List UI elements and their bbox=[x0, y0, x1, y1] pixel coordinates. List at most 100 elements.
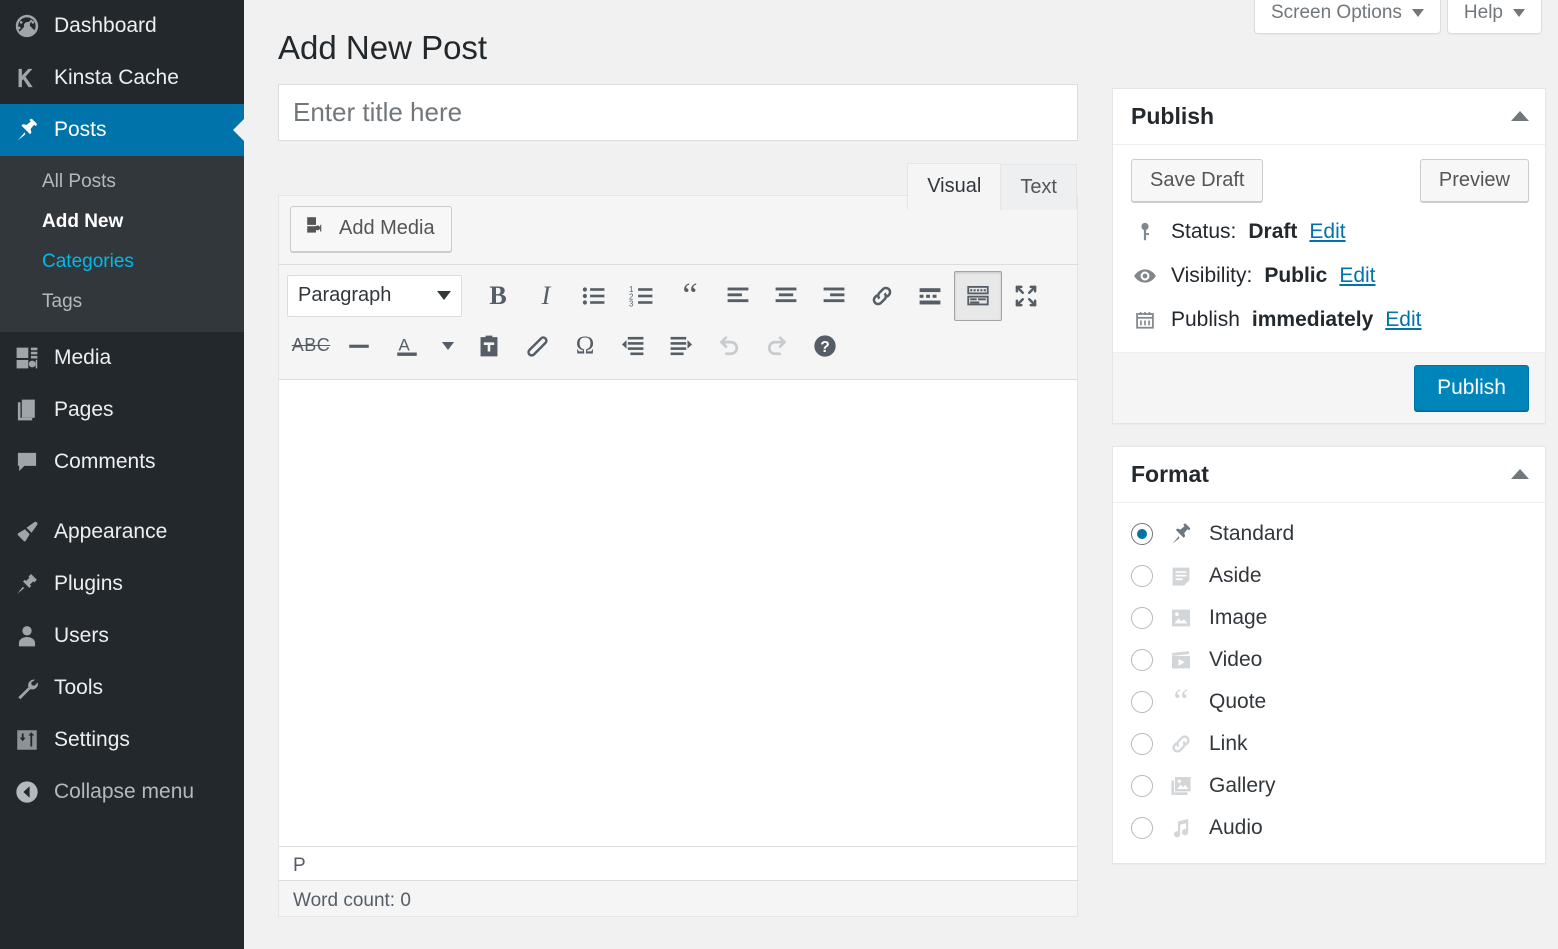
sidebar-item-appearance[interactable]: Appearance bbox=[0, 506, 244, 558]
radio-quote[interactable] bbox=[1131, 691, 1153, 713]
chevron-down-icon bbox=[442, 342, 454, 350]
bold-button[interactable]: B bbox=[474, 271, 522, 321]
read-more-button[interactable] bbox=[906, 271, 954, 321]
undo-button[interactable] bbox=[705, 321, 753, 371]
radio-aside[interactable] bbox=[1131, 565, 1153, 587]
radio-image[interactable] bbox=[1131, 607, 1153, 629]
visibility-edit-link[interactable]: Edit bbox=[1339, 264, 1375, 288]
sidebar-item-label: Kinsta Cache bbox=[54, 66, 179, 90]
paragraph-format-select[interactable]: Paragraph bbox=[287, 275, 462, 317]
sidebar-item-plugins[interactable]: Plugins bbox=[0, 558, 244, 610]
format-option-link[interactable]: Link bbox=[1131, 723, 1529, 765]
bulleted-list-button[interactable] bbox=[570, 271, 618, 321]
radio-gallery[interactable] bbox=[1131, 775, 1153, 797]
chevron-up-icon[interactable] bbox=[1511, 469, 1529, 479]
chevron-up-icon[interactable] bbox=[1511, 111, 1529, 121]
sidebar-item-pages[interactable]: Pages bbox=[0, 384, 244, 436]
text-color-dropdown-button[interactable] bbox=[431, 321, 465, 371]
format-option-standard[interactable]: Standard bbox=[1131, 513, 1529, 555]
screen-options-button[interactable]: Screen Options bbox=[1254, 0, 1441, 34]
horizontal-rule-button[interactable] bbox=[335, 321, 383, 371]
undo-icon bbox=[716, 333, 742, 359]
indent-button[interactable] bbox=[657, 321, 705, 371]
tab-visual[interactable]: Visual bbox=[907, 163, 1001, 210]
align-right-icon bbox=[821, 283, 847, 309]
editor-element-path: P bbox=[279, 846, 1077, 880]
sidebar-item-label: Plugins bbox=[54, 572, 123, 596]
chevron-down-icon bbox=[437, 291, 451, 300]
sidebar-item-tools[interactable]: Tools bbox=[0, 662, 244, 714]
fullscreen-button[interactable] bbox=[1002, 271, 1050, 321]
format-postbox-header[interactable]: Format bbox=[1113, 447, 1545, 503]
sidebar-item-collapse-menu[interactable]: Collapse menu bbox=[0, 766, 244, 818]
sidebar-column: Publish Save Draft Preview Status: bbox=[1112, 84, 1546, 886]
tab-text[interactable]: Text bbox=[1000, 164, 1077, 210]
status-label: Status: bbox=[1171, 220, 1236, 244]
format-option-audio[interactable]: Audio bbox=[1131, 807, 1529, 849]
editor-column: Add Media Visual Text Paragraph bbox=[278, 84, 1078, 917]
align-right-button[interactable] bbox=[810, 271, 858, 321]
align-left-button[interactable] bbox=[714, 271, 762, 321]
publish-postbox-header[interactable]: Publish bbox=[1113, 89, 1545, 145]
numbered-list-button[interactable]: 123 bbox=[618, 271, 666, 321]
insert-link-button[interactable] bbox=[858, 271, 906, 321]
format-option-gallery[interactable]: Gallery bbox=[1131, 765, 1529, 807]
format-option-label: Quote bbox=[1209, 690, 1266, 714]
sidebar-item-settings[interactable]: Settings bbox=[0, 714, 244, 766]
sidebar-item-comments[interactable]: Comments bbox=[0, 436, 244, 488]
submenu-item-all-posts[interactable]: All Posts bbox=[0, 162, 244, 202]
submenu-item-tags[interactable]: Tags bbox=[0, 282, 244, 322]
format-option-aside[interactable]: Aside bbox=[1131, 555, 1529, 597]
visibility-label: Visibility: bbox=[1171, 264, 1252, 288]
sidebar-item-posts[interactable]: Posts bbox=[0, 104, 244, 156]
radio-link[interactable] bbox=[1131, 733, 1153, 755]
submenu-item-categories[interactable]: Categories bbox=[0, 242, 244, 282]
post-title-input[interactable] bbox=[278, 84, 1078, 141]
toolbar-row-2: ABC A bbox=[287, 321, 1069, 371]
format-option-image[interactable]: Image bbox=[1131, 597, 1529, 639]
radio-video[interactable] bbox=[1131, 649, 1153, 671]
editor-content-area[interactable] bbox=[279, 379, 1077, 846]
radio-standard[interactable] bbox=[1131, 523, 1153, 545]
special-character-button[interactable]: Ω bbox=[561, 321, 609, 371]
blockquote-button[interactable]: “ bbox=[666, 271, 714, 321]
sidebar-item-label: Posts bbox=[54, 118, 107, 142]
align-center-button[interactable] bbox=[762, 271, 810, 321]
keyboard-help-button[interactable]: ? bbox=[801, 321, 849, 371]
editor-mode-tabs: Visual Text bbox=[908, 163, 1077, 210]
sidebar-item-users[interactable]: Users bbox=[0, 610, 244, 662]
help-button[interactable]: Help bbox=[1447, 0, 1542, 34]
kitchen-sink-button[interactable] bbox=[954, 271, 1002, 321]
strikethrough-icon: ABC bbox=[292, 335, 331, 356]
clear-formatting-button[interactable] bbox=[513, 321, 561, 371]
save-draft-button[interactable]: Save Draft bbox=[1131, 159, 1263, 202]
text-color-button[interactable]: A bbox=[383, 321, 431, 371]
paragraph-format-value: Paragraph bbox=[298, 284, 391, 307]
publish-date-edit-link[interactable]: Edit bbox=[1385, 308, 1421, 332]
horizontal-rule-icon bbox=[346, 333, 372, 359]
publish-date-row: Publish immediately Edit bbox=[1131, 298, 1529, 342]
image-icon bbox=[1167, 606, 1195, 630]
bulleted-list-icon bbox=[581, 283, 607, 309]
status-edit-link[interactable]: Edit bbox=[1309, 220, 1345, 244]
format-option-quote[interactable]: “ Quote bbox=[1131, 681, 1529, 723]
publish-button[interactable]: Publish bbox=[1414, 365, 1529, 411]
paste-as-text-button[interactable] bbox=[465, 321, 513, 371]
strikethrough-button[interactable]: ABC bbox=[287, 321, 335, 371]
italic-button[interactable]: I bbox=[522, 271, 570, 321]
redo-button[interactable] bbox=[753, 321, 801, 371]
format-option-video[interactable]: Video bbox=[1131, 639, 1529, 681]
sidebar-item-media[interactable]: Media bbox=[0, 332, 244, 384]
radio-audio[interactable] bbox=[1131, 817, 1153, 839]
format-option-label: Image bbox=[1209, 606, 1267, 630]
outdent-button[interactable] bbox=[609, 321, 657, 371]
sidebar-item-dashboard[interactable]: Dashboard bbox=[0, 0, 244, 52]
bold-icon: B bbox=[489, 281, 506, 311]
format-option-label: Standard bbox=[1209, 522, 1294, 546]
sidebar-item-kinsta-cache[interactable]: Kinsta Cache bbox=[0, 52, 244, 104]
add-media-button[interactable]: Add Media bbox=[290, 206, 452, 252]
preview-button[interactable]: Preview bbox=[1420, 159, 1529, 202]
submenu-item-add-new[interactable]: Add New bbox=[0, 202, 244, 242]
sidebar-item-label: Appearance bbox=[54, 520, 167, 544]
align-center-icon bbox=[773, 283, 799, 309]
